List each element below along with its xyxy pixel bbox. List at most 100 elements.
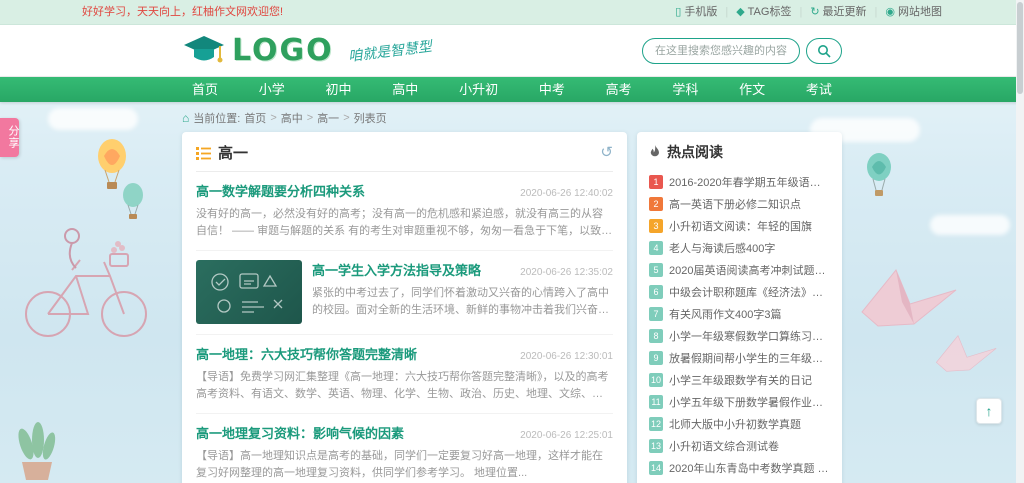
scrollbar-thumb[interactable] (1017, 2, 1023, 94)
list-icon (196, 146, 211, 160)
article-item: 高一数学解题要分析四种关系 2020-06-26 12:40:02 没有好的高一… (196, 172, 613, 251)
hot-item[interactable]: 2高一英语下册必修二知识点 (649, 195, 830, 213)
rank-badge: 12 (649, 417, 663, 431)
welcome-text: 好好学习，天天向上，红柚作文网欢迎您! (82, 0, 283, 25)
article-date: 2020-06-26 12:25:01 (510, 430, 613, 441)
article-title-link[interactable]: 高一地理：六大技巧帮你答题完整清晰 (196, 344, 417, 363)
search-button[interactable] (806, 38, 842, 64)
article-date: 2020-06-26 12:30:01 (510, 351, 613, 362)
hot-item[interactable]: 9放暑假期间帮小学生的三年级作文100字 (649, 349, 830, 367)
hot-item[interactable]: 142020年山东青岛中考数学真题 (已公布) (649, 459, 830, 477)
recent-updates-link[interactable]: ↻最近更新 (810, 0, 866, 25)
rank-badge: 7 (649, 307, 663, 321)
hot-item[interactable]: 3小升初语文阅读：年轻的国旗 (649, 217, 830, 235)
article-item: 高一地理：六大技巧帮你答题完整清晰 2020-06-26 12:30:01 【导… (196, 335, 613, 414)
hot-reading-card: 热点阅读 12016-2020年春学期五年级语文下期末模拟 2高一英语下册必修二… (637, 132, 842, 483)
paper-crane-illustration (930, 330, 1000, 382)
hot-item[interactable]: 12北师大版中小升初数学真题 (649, 415, 830, 433)
search-box (642, 38, 842, 64)
hot-item[interactable]: 12016-2020年春学期五年级语文下期末模拟 (649, 173, 830, 191)
page-title: 高一 (218, 142, 248, 163)
return-icon[interactable]: ↺ (600, 145, 613, 160)
site-logo[interactable]: LOGO (182, 33, 334, 68)
nav-item-composition[interactable]: 作文 (729, 77, 775, 102)
topbar-links: ▯手机版 | ◆TAG标签 | ↻最近更新 | ◉网站地图 (675, 0, 942, 25)
article-date: 2020-06-26 12:35:02 (510, 267, 613, 278)
rank-badge: 9 (649, 351, 663, 365)
article-title-link[interactable]: 高一地理复习资料：影响气候的因素 (196, 423, 404, 442)
sitemap-link[interactable]: ◉网站地图 (885, 0, 942, 25)
nav-item-senior[interactable]: 高中 (382, 77, 428, 102)
nav-item-exams[interactable]: 考试 (796, 77, 842, 102)
hot-reading-title: 热点阅读 (667, 142, 723, 162)
main-nav: 首页 小学 初中 高中 小升初 中考 高考 学科 作文 考试 (0, 77, 1024, 102)
logo-text: LOGO (232, 33, 334, 68)
hot-item[interactable]: 52020届英语阅读高考冲刺试题附答案 (649, 261, 830, 279)
hot-item[interactable]: 10小学三年级跟数学有关的日记 (649, 371, 830, 389)
hot-item[interactable]: 13小升初语文综合测试卷 (649, 437, 830, 455)
hot-item[interactable]: 11小学五年级下册数学暑假作业答案【20-61 (649, 393, 830, 411)
back-to-top-button[interactable]: ↑ (976, 398, 1002, 424)
nav-item-zhongkao[interactable]: 中考 (529, 77, 575, 102)
rank-badge: 6 (649, 285, 663, 299)
rank-badge: 11 (649, 395, 663, 409)
sitemap-icon: ◉ (885, 0, 895, 25)
article-title-link[interactable]: 高一学生入学方法指导及策略 (312, 260, 481, 279)
bicycle-illustration (14, 210, 164, 350)
rank-badge: 2 (649, 197, 663, 211)
article-item: 高一学生入学方法指导及策略 2020-06-26 12:35:02 紧张的中考过… (196, 251, 613, 335)
nav-item-home[interactable]: 首页 (182, 77, 228, 102)
hot-air-balloon-illustration (862, 152, 896, 204)
sidebar: 热点阅读 12016-2020年春学期五年级语文下期末模拟 2高一英语下册必修二… (637, 132, 842, 483)
hot-item[interactable]: 7有关风雨作文400字3篇 (649, 305, 830, 323)
breadcrumb-sep: > (343, 112, 349, 124)
nav-item-junior[interactable]: 初中 (316, 77, 362, 102)
article-date: 2020-06-26 12:40:02 (510, 188, 613, 199)
breadcrumb-label: 当前位置: (193, 110, 240, 126)
divider: | (875, 0, 878, 25)
scrollbar (1016, 0, 1024, 483)
nav-item-primary[interactable]: 小学 (249, 77, 295, 102)
rank-badge: 14 (649, 461, 663, 475)
topbar: 好好学习，天天向上，红柚作文网欢迎您! ▯手机版 | ◆TAG标签 | ↻最近更… (0, 0, 1024, 25)
article-excerpt: 紧张的中考过去了，同学们怀着激动又兴奋的心情跨入了高中的校园。面对全新的生活环境… (312, 285, 613, 319)
divider: | (725, 0, 728, 25)
rank-badge: 5 (649, 263, 663, 277)
nav-item-xiaoshengchu[interactable]: 小升初 (449, 77, 508, 102)
hot-item[interactable]: 4老人与海读后感400字 (649, 239, 830, 257)
site-header: LOGO 咱就是智慧型 (0, 25, 1024, 77)
breadcrumb-gaoyi[interactable]: 高一 (317, 110, 339, 126)
plant-illustration (6, 420, 66, 483)
nav-item-gaokao[interactable]: 高考 (596, 77, 642, 102)
tag-link[interactable]: ◆TAG标签 (736, 0, 791, 25)
hot-item[interactable]: 6中级会计职称题库《经济法》检测题 (649, 283, 830, 301)
hot-reading-list: 12016-2020年春学期五年级语文下期末模拟 2高一英语下册必修二知识点 3… (649, 173, 830, 483)
hot-item[interactable]: 8小学一年级寒假数学口算练习题三篇 (649, 327, 830, 345)
breadcrumb-senior[interactable]: 高中 (281, 110, 303, 126)
list-header: 高一 ↺ (196, 142, 613, 172)
rank-badge: 3 (649, 219, 663, 233)
mobile-version-link[interactable]: ▯手机版 (675, 0, 717, 25)
rank-badge: 13 (649, 439, 663, 453)
share-tab[interactable]: 分享 (0, 118, 19, 157)
rank-badge: 10 (649, 373, 663, 387)
search-input[interactable] (642, 38, 800, 64)
rank-badge: 1 (649, 175, 663, 189)
cloud-shape (48, 108, 138, 130)
logo-slogan: 咱就是智慧型 (347, 35, 433, 65)
home-icon: ⌂ (182, 111, 189, 125)
article-list-card: 高一 ↺ 高一数学解题要分析四种关系 2020-06-26 12:40:02 没… (182, 132, 627, 483)
hot-reading-header: 热点阅读 (649, 142, 830, 169)
nav-item-subjects[interactable]: 学科 (662, 77, 708, 102)
arrow-up-icon: ↑ (986, 403, 993, 419)
article-thumbnail[interactable] (196, 260, 302, 324)
mobile-icon: ▯ (675, 0, 681, 25)
cloud-shape (930, 215, 1010, 235)
article-title-link[interactable]: 高一数学解题要分析四种关系 (196, 181, 365, 200)
graduation-cap-icon (182, 34, 226, 68)
breadcrumb: ⌂ 当前位置: 首页 > 高中 > 高一 > 列表页 (182, 110, 842, 126)
rank-badge: 4 (649, 241, 663, 255)
breadcrumb-home[interactable]: 首页 (244, 110, 266, 126)
divider: | (799, 0, 802, 25)
breadcrumb-sep: > (307, 112, 313, 124)
